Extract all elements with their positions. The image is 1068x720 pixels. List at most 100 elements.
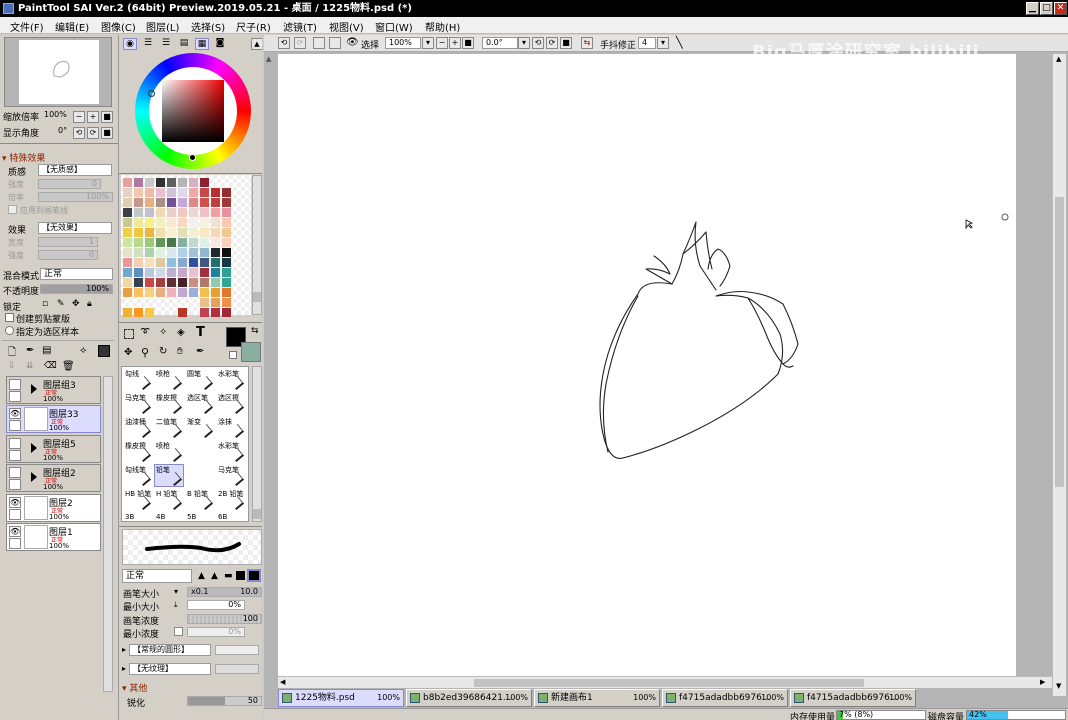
color-swatch[interactable] <box>167 208 176 217</box>
color-swatch[interactable] <box>156 198 165 207</box>
eye-icon[interactable]: 👁︎ <box>346 37 359 48</box>
scroll-up-arrow[interactable]: ▲ <box>1056 55 1061 63</box>
sv-marker[interactable] <box>189 154 196 161</box>
selection-source-checkbox[interactable] <box>5 326 14 335</box>
rotate-tool-icon[interactable]: ↻ <box>159 346 167 357</box>
angle-select[interactable]: 0.0° <box>482 37 518 49</box>
menu-layer[interactable]: 图层(L) <box>146 19 179 34</box>
color-swatch[interactable] <box>167 218 176 227</box>
color-swatch[interactable] <box>222 188 231 197</box>
color-swatch[interactable] <box>211 278 220 287</box>
scroll-left-arrow[interactable]: ◀ <box>280 678 285 686</box>
brush-shape-select[interactable]: 【常规的圆形】 <box>129 644 211 656</box>
panel-divider[interactable] <box>0 143 118 148</box>
tool-slot[interactable]: B 铅笔 <box>185 488 215 511</box>
color-swatch[interactable] <box>156 218 165 227</box>
layer-row[interactable]: 图层组2 正常 100% <box>6 464 101 492</box>
toolbar-zoom-in-button[interactable]: + <box>449 37 461 49</box>
shape-expand-icon[interactable]: ▸ <box>122 645 126 654</box>
lock-transparency-icon[interactable]: ▫ <box>42 299 48 309</box>
minimize-button[interactable]: ▁ <box>1026 2 1039 15</box>
blend-mode-select[interactable]: 正常 <box>40 268 113 280</box>
flip-horizontal-button[interactable]: ⇆ <box>581 37 593 49</box>
menu-file[interactable]: 文件(F) <box>10 19 44 34</box>
color-swatch[interactable] <box>123 188 132 197</box>
clip-mask-checkbox[interactable] <box>5 313 14 322</box>
rgb-slider-tab[interactable]: ☰ <box>141 38 155 50</box>
stroke-option-icon[interactable]: ╲ <box>676 36 683 49</box>
effects-header[interactable]: ▾ 特殊效果 <box>2 151 45 164</box>
color-swatch[interactable] <box>178 278 187 287</box>
new-mask-icon[interactable]: ▤ <box>42 345 51 356</box>
color-swatch[interactable] <box>123 198 132 207</box>
color-swatch[interactable] <box>167 188 176 197</box>
color-swatch[interactable] <box>178 288 187 297</box>
texture-select[interactable]: 【无质感】 <box>38 164 112 176</box>
rotate-right-button[interactable]: ⟳ <box>87 127 99 139</box>
color-swatch[interactable] <box>222 198 231 207</box>
color-swatch[interactable] <box>189 188 198 197</box>
color-swatch[interactable] <box>211 288 220 297</box>
color-swatch[interactable] <box>222 228 231 237</box>
color-swatch[interactable] <box>200 298 209 307</box>
tool-slot[interactable]: 勾线笔 <box>123 464 153 487</box>
visibility-toggle[interactable]: 👁︎ <box>9 408 21 419</box>
color-swatch[interactable] <box>123 178 132 187</box>
color-swatch[interactable] <box>211 258 220 267</box>
toolbar-rotate-left-button[interactable]: ⟲ <box>532 37 544 49</box>
zoom-dropdown-button[interactable]: ▾ <box>422 37 434 49</box>
layer-row[interactable]: 👁︎ 图层2 正常 100% <box>6 494 101 522</box>
tool-slot[interactable]: 橡皮擦 <box>154 392 184 415</box>
tool-slot[interactable] <box>185 440 215 463</box>
color-swatch[interactable] <box>145 218 154 227</box>
group-expand-icon[interactable] <box>31 384 37 394</box>
layer-row[interactable]: 👁︎ 图层33 正常 100% <box>6 405 101 433</box>
color-swatch[interactable] <box>134 178 143 187</box>
document-tab[interactable]: f4715adadbb6976... 100% <box>790 689 916 707</box>
color-swatch[interactable] <box>222 258 231 267</box>
toolbar-rotate-right-button[interactable]: ⟳ <box>546 37 558 49</box>
layer-lock-toggle[interactable] <box>9 479 21 490</box>
tool-slot[interactable]: 喷枪 <box>154 440 184 463</box>
tool-scrollbar[interactable] <box>252 366 262 522</box>
color-swatch[interactable] <box>145 198 154 207</box>
tool-slot[interactable]: 马克笔 <box>216 464 246 487</box>
color-swatch[interactable] <box>189 268 198 277</box>
toolbar-rotate-reset-button[interactable]: ■ <box>560 37 572 49</box>
color-swatch[interactable] <box>145 208 154 217</box>
opacity-slider[interactable]: 100% <box>40 284 113 294</box>
color-swatch[interactable] <box>123 238 132 247</box>
color-swatch[interactable] <box>222 208 231 217</box>
color-swatch[interactable] <box>167 278 176 287</box>
lock-all-icon[interactable]: 🔒︎ <box>87 299 92 309</box>
color-swatch[interactable] <box>134 208 143 217</box>
color-swatch[interactable] <box>200 218 209 227</box>
zoom-value[interactable]: 100% <box>44 110 67 119</box>
stabilizer-select[interactable]: 4 <box>638 37 656 49</box>
document-tab[interactable]: f4715adadbb6976... 100% <box>662 689 788 707</box>
color-swatch[interactable] <box>123 208 132 217</box>
menu-select[interactable]: 选择(S) <box>191 19 225 34</box>
merge-visible-icon[interactable]: ⇊ <box>26 361 34 371</box>
brush-tip-round-icon[interactable]: ▲ <box>211 571 218 581</box>
layer-lock-toggle[interactable] <box>9 420 21 431</box>
bucket-select-icon[interactable]: ◈ <box>177 327 185 338</box>
color-swatch[interactable] <box>178 218 187 227</box>
effect-strength-slider[interactable]: 0 <box>38 250 98 260</box>
color-swatch[interactable] <box>134 238 143 247</box>
group-expand-icon[interactable] <box>31 443 37 453</box>
color-swatch[interactable] <box>211 268 220 277</box>
zoom-tool-icon[interactable]: ⚲ <box>141 346 149 359</box>
brush-tip-flat-icon[interactable] <box>236 571 245 580</box>
brush-tip-square-icon[interactable] <box>247 569 261 582</box>
toolbar-zoom-reset-button[interactable]: ■ <box>462 37 474 49</box>
color-swatch[interactable] <box>145 278 154 287</box>
color-swatch[interactable] <box>156 188 165 197</box>
color-swatch[interactable] <box>200 248 209 257</box>
lock-move-icon[interactable]: ✥ <box>72 299 80 309</box>
close-button[interactable]: ✕ <box>1054 2 1067 15</box>
brush-shape-slider[interactable] <box>215 645 259 655</box>
color-swatch[interactable] <box>200 278 209 287</box>
zoom-in-button[interactable]: + <box>87 111 99 123</box>
color-swatch[interactable] <box>222 248 231 257</box>
